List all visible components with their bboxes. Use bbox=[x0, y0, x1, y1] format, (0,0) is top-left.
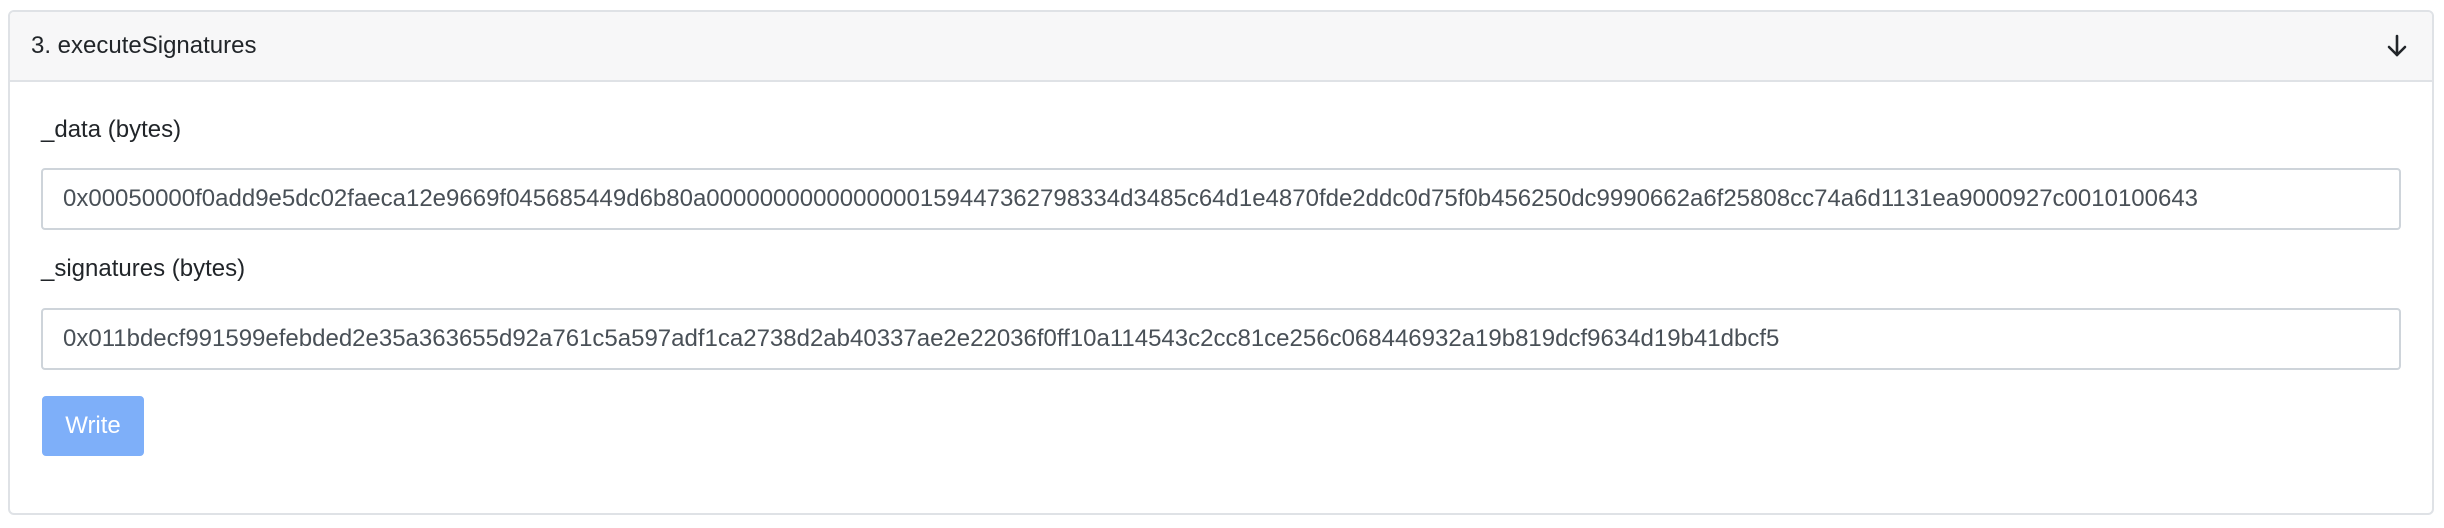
function-card: 3. executeSignatures _data (bytes) 0x000… bbox=[8, 10, 2434, 515]
function-title: 3. executeSignatures bbox=[31, 32, 257, 59]
signatures-input[interactable]: 0x011bdecf991599efebded2e35a363655d92a76… bbox=[41, 308, 2401, 370]
signatures-field-label: _signatures (bytes) bbox=[41, 255, 246, 282]
write-button[interactable]: Write bbox=[42, 396, 144, 456]
arrow-down-icon[interactable] bbox=[2384, 33, 2410, 59]
function-header[interactable]: 3. executeSignatures bbox=[10, 12, 2432, 82]
data-field-label: _data (bytes) bbox=[41, 116, 182, 143]
data-input[interactable]: 0x00050000f0add9e5dc02faeca12e9669f04568… bbox=[41, 168, 2401, 230]
